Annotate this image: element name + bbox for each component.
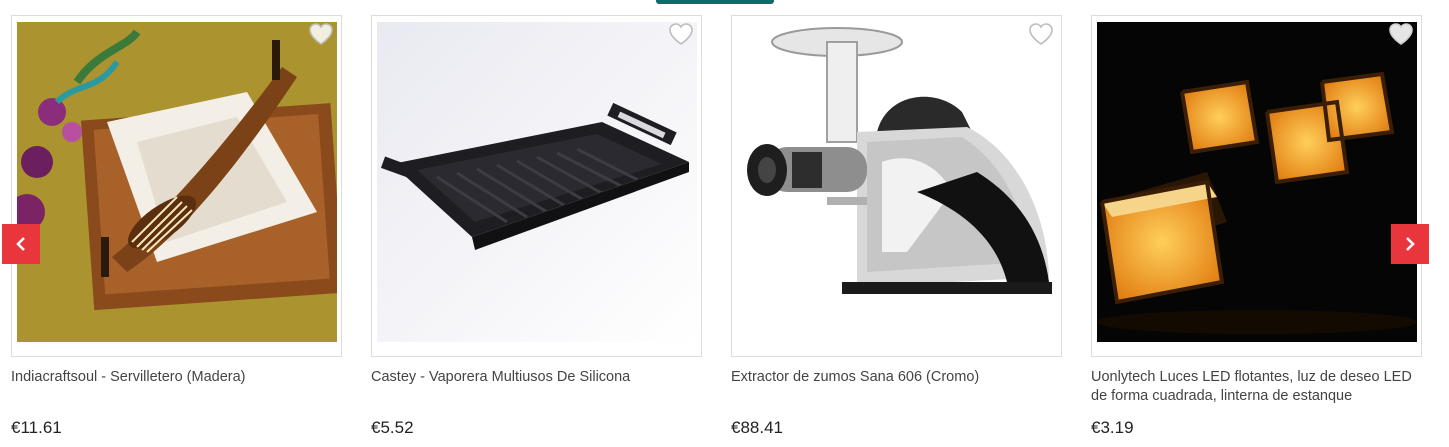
favorite-heart-icon[interactable] [668,22,694,46]
carousel-prev-button[interactable] [2,224,40,264]
carousel-next-button[interactable] [1391,224,1429,264]
product-image-frame[interactable] [731,15,1062,357]
product-card[interactable]: Castey - Vaporera Multiusos De Silicona … [371,15,702,438]
product-title[interactable]: Castey - Vaporera Multiusos De Silicona [371,368,702,406]
product-image-frame[interactable] [371,15,702,357]
product-image-napkin-holder[interactable] [17,22,337,342]
chevron-left-icon [16,237,25,251]
product-price: €3.19 [1091,418,1134,437]
product-title[interactable]: Uonlytech Luces LED flotantes, luz de de… [1091,368,1422,406]
product-title[interactable]: Extractor de zumos Sana 606 (Cromo) [731,368,1062,406]
product-image-grill-tray[interactable] [377,22,697,342]
chevron-right-icon [1406,237,1415,251]
product-image-frame[interactable] [1091,15,1422,357]
product-image-frame[interactable] [11,15,342,357]
favorite-heart-icon[interactable] [308,22,334,46]
product-price: €5.52 [371,418,414,437]
product-image-juicer[interactable] [737,22,1057,342]
favorite-heart-icon[interactable] [1028,22,1054,46]
section-tab-indicator [656,0,774,4]
product-title[interactable]: Indiacraftsoul - Servilletero (Madera) [11,368,342,406]
product-price: €88.41 [731,418,783,437]
product-card[interactable]: Uonlytech Luces LED flotantes, luz de de… [1091,15,1422,438]
product-price: €11.61 [11,418,62,437]
product-card[interactable]: Extractor de zumos Sana 606 (Cromo) €88.… [731,15,1062,438]
product-image-floating-lanterns[interactable] [1097,22,1417,342]
favorite-heart-icon[interactable] [1388,22,1414,46]
product-card[interactable]: Indiacraftsoul - Servilletero (Madera) €… [11,15,342,438]
